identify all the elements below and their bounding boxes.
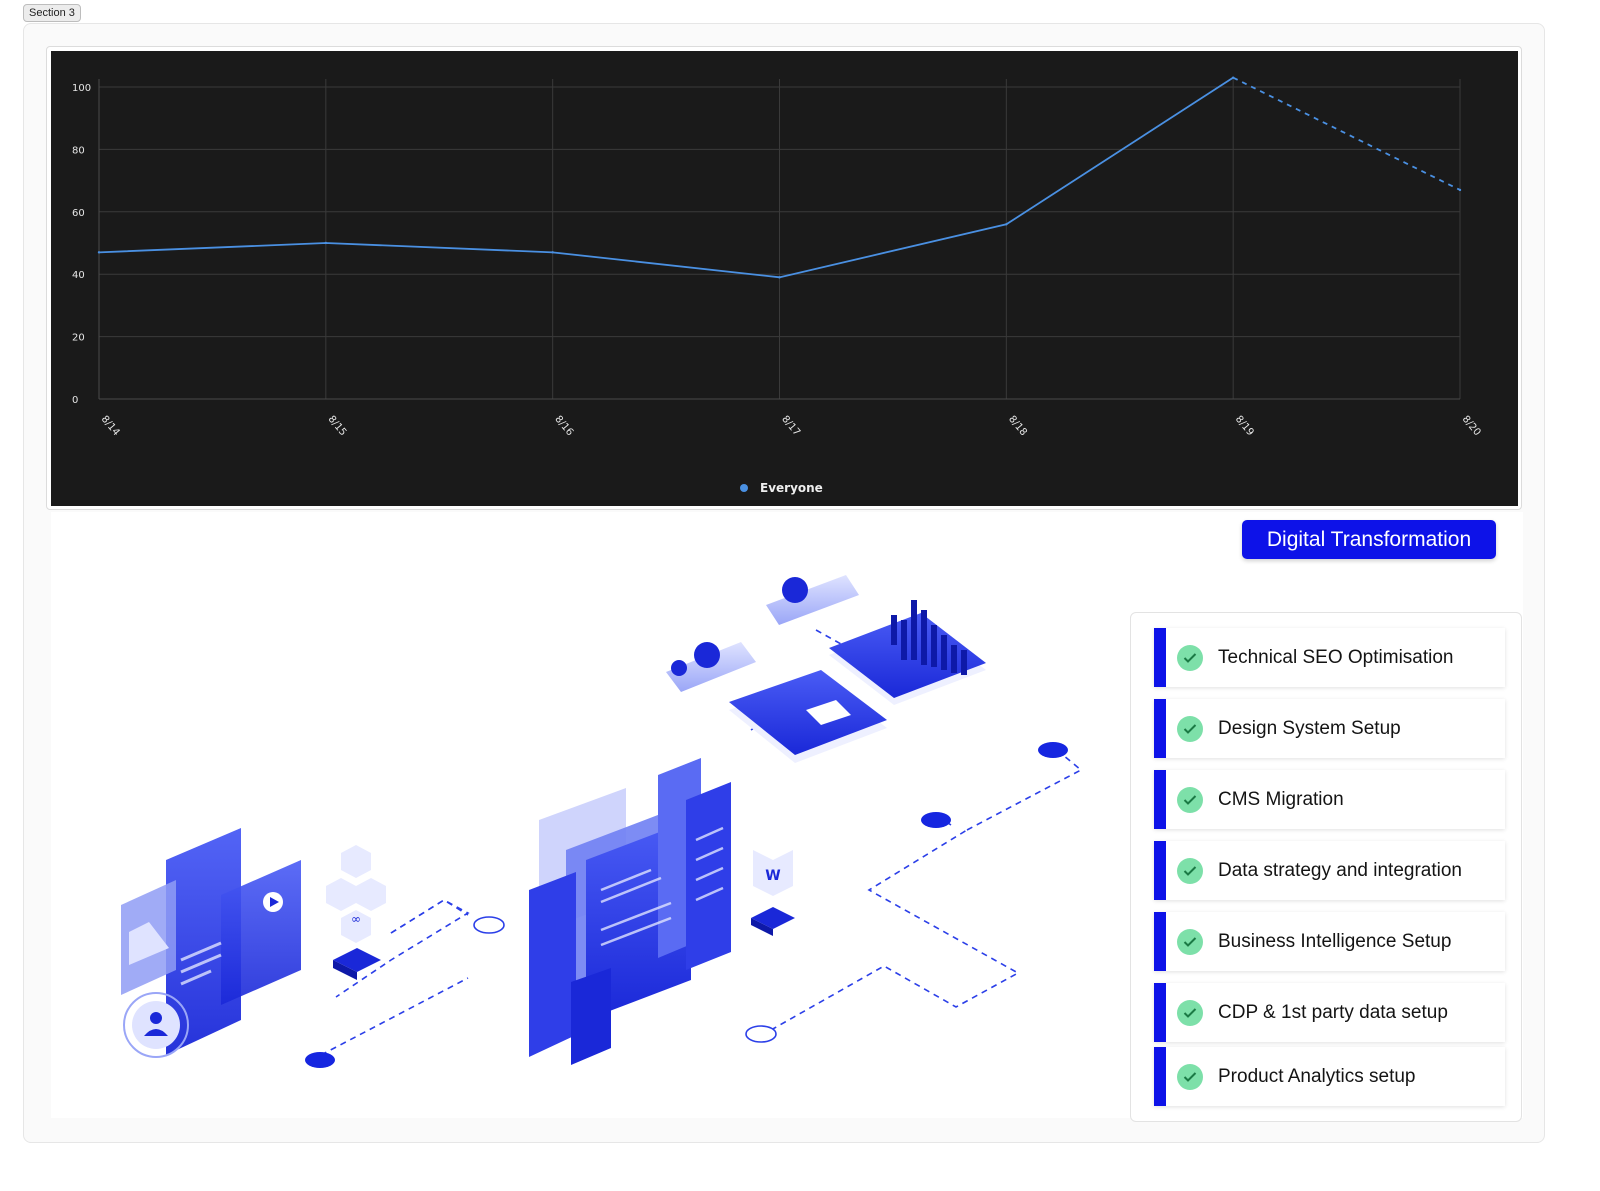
data-point xyxy=(551,251,554,254)
check-icon xyxy=(1177,716,1203,742)
check-icon xyxy=(1177,1064,1203,1090)
x-tick-label: 8/15 xyxy=(326,414,349,438)
check-icon xyxy=(1177,787,1203,813)
check-icon xyxy=(1177,1000,1203,1026)
service-label: Design System Setup xyxy=(1218,718,1401,739)
accent-bar xyxy=(1154,912,1166,971)
center-screens-group: W xyxy=(529,758,795,1065)
user-icon xyxy=(132,1001,180,1049)
service-item: CDP & 1st party data setup xyxy=(1154,983,1505,1042)
y-tick-label: 0 xyxy=(72,395,78,406)
series-line xyxy=(98,76,1234,279)
legend-label: Everyone xyxy=(760,481,823,495)
digital-transformation-illustration: ∞ W xyxy=(121,575,1083,1068)
y-tick-label: 20 xyxy=(72,333,85,344)
y-tick-label: 80 xyxy=(72,145,85,156)
left-device-group: ∞ xyxy=(121,828,386,1058)
check-icon xyxy=(1177,645,1203,671)
x-tick-label: 8/17 xyxy=(779,414,802,438)
webflow-icon: W xyxy=(751,850,795,936)
service-item: CMS Migration xyxy=(1154,770,1505,829)
check-icon xyxy=(1177,929,1203,955)
section-tag: Section 3 xyxy=(23,4,81,22)
data-point xyxy=(778,276,781,279)
y-tick-label: 100 xyxy=(72,83,91,94)
top-cards-group xyxy=(666,575,986,763)
accent-bar xyxy=(1154,983,1166,1042)
y-tick-label: 60 xyxy=(72,208,85,219)
x-tick-label: 8/19 xyxy=(1233,414,1256,438)
legend-marker xyxy=(740,484,748,492)
meta-icon: ∞ xyxy=(326,845,386,943)
mail-icon xyxy=(729,670,887,755)
accent-bar xyxy=(1154,841,1166,900)
service-label: Product Analytics setup xyxy=(1218,1066,1416,1087)
service-item: Product Analytics setup xyxy=(1154,1047,1505,1106)
service-item: Technical SEO Optimisation xyxy=(1154,628,1505,687)
service-label: Business Intelligence Setup xyxy=(1218,931,1452,952)
service-label: CDP & 1st party data setup xyxy=(1218,1002,1448,1023)
data-point xyxy=(324,241,328,245)
service-label: CMS Migration xyxy=(1218,789,1344,810)
digital-transformation-badge: Digital Transformation xyxy=(1242,520,1496,559)
y-tick-label: 40 xyxy=(72,270,85,281)
x-tick-label: 8/20 xyxy=(1460,414,1483,438)
data-point xyxy=(1005,223,1008,226)
svg-text:W: W xyxy=(765,868,780,884)
check-icon xyxy=(1177,858,1203,884)
x-tick-label: 8/18 xyxy=(1006,414,1029,438)
x-tick-label: 8/16 xyxy=(552,414,575,438)
service-label: Data strategy and integration xyxy=(1218,860,1462,881)
accent-bar xyxy=(1154,628,1166,687)
svg-text:∞: ∞ xyxy=(351,912,361,926)
x-tick-label: 8/14 xyxy=(99,414,122,438)
service-item: Data strategy and integration xyxy=(1154,841,1505,900)
line-chart: 0 20 40 60 80 100 8/14 8/15 8/16 8/17 8/18 8/19 8/20… xyxy=(51,51,1518,506)
service-item: Design System Setup xyxy=(1154,699,1505,758)
accent-bar xyxy=(1154,770,1166,829)
series-line-projection xyxy=(1232,76,1461,191)
chart-svg: 0 20 40 60 80 100 8/14 8/15 8/16 8/17 8/18 8/19 8/20… xyxy=(72,76,1483,495)
data-point xyxy=(1458,188,1462,192)
accent-bar xyxy=(1154,1047,1166,1106)
service-label: Technical SEO Optimisation xyxy=(1218,647,1454,668)
data-point xyxy=(97,251,101,254)
service-item: Business Intelligence Setup xyxy=(1154,912,1505,971)
data-point xyxy=(1231,76,1235,79)
accent-bar xyxy=(1154,699,1166,758)
